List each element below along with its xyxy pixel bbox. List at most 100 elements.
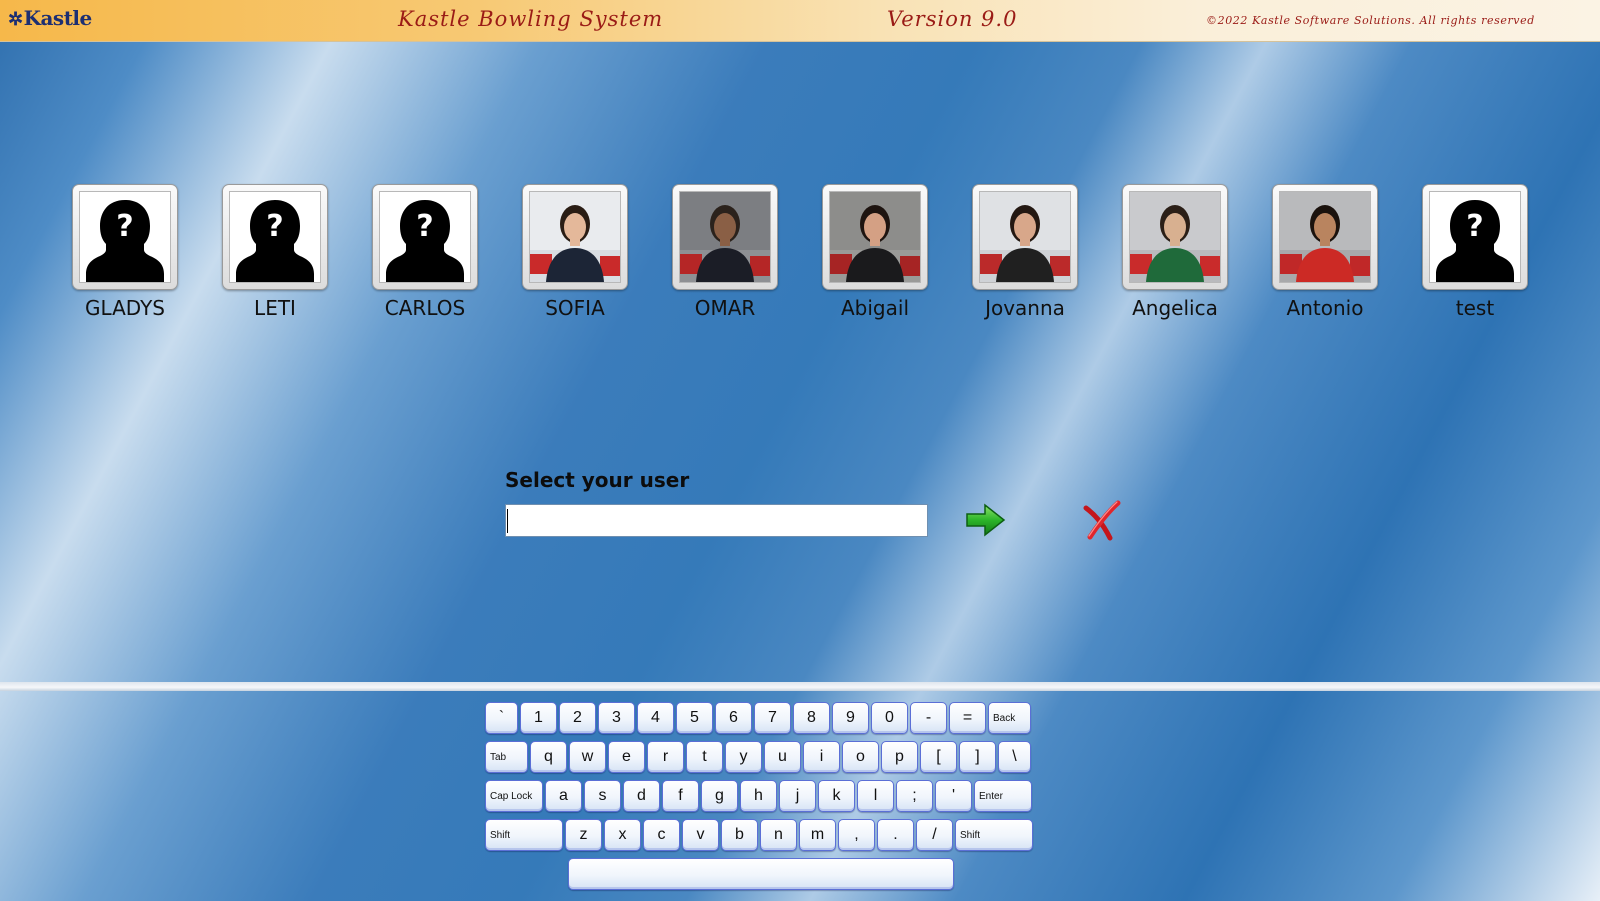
user-tile[interactable]: SOFIA bbox=[505, 184, 645, 320]
key-m[interactable]: m bbox=[799, 819, 836, 851]
key-k47[interactable]: / bbox=[916, 819, 953, 851]
user-name: GLADYS bbox=[85, 296, 165, 320]
key-enter[interactable]: Enter bbox=[974, 780, 1032, 812]
user-name: Abigail bbox=[841, 296, 909, 320]
key-t[interactable]: t bbox=[686, 741, 723, 773]
key-back[interactable]: Back bbox=[988, 702, 1031, 734]
key-k[interactable]: k bbox=[818, 780, 855, 812]
key-k39[interactable]: ' bbox=[935, 780, 972, 812]
user-avatar: ? bbox=[1429, 191, 1521, 283]
user-name: CARLOS bbox=[384, 296, 466, 320]
key-n[interactable]: n bbox=[760, 819, 797, 851]
key-u[interactable]: u bbox=[764, 741, 801, 773]
user-tile[interactable]: ? GLADYS bbox=[55, 184, 195, 320]
key-w[interactable]: w bbox=[569, 741, 606, 773]
unknown-user-icon: ? bbox=[1430, 192, 1520, 282]
key-r[interactable]: r bbox=[647, 741, 684, 773]
key-h[interactable]: h bbox=[740, 780, 777, 812]
key-tab[interactable]: Tab bbox=[485, 741, 528, 773]
key-s[interactable]: s bbox=[584, 780, 621, 812]
user-avatar-frame bbox=[1272, 184, 1378, 290]
key-p[interactable]: p bbox=[881, 741, 918, 773]
key-k46[interactable]: . bbox=[877, 819, 914, 851]
key-j[interactable]: j bbox=[779, 780, 816, 812]
red-x-icon bbox=[1083, 500, 1121, 541]
user-avatar bbox=[679, 191, 771, 283]
user-tile[interactable]: Abigail bbox=[805, 184, 945, 320]
key-1[interactable]: 1 bbox=[520, 702, 557, 734]
select-user-label: Select your user bbox=[505, 468, 690, 492]
user-avatar: ? bbox=[379, 191, 471, 283]
key-d[interactable]: d bbox=[623, 780, 660, 812]
key-2[interactable]: 2 bbox=[559, 702, 596, 734]
user-avatar-frame bbox=[972, 184, 1078, 290]
key-l[interactable]: l bbox=[857, 780, 894, 812]
svg-text:?: ? bbox=[416, 209, 433, 244]
key-i[interactable]: i bbox=[803, 741, 840, 773]
key-k91[interactable]: [ bbox=[920, 741, 957, 773]
user-tile[interactable]: Antonio bbox=[1255, 184, 1395, 320]
user-name: Antonio bbox=[1286, 296, 1364, 320]
keyboard-divider bbox=[0, 682, 1600, 691]
key-k93[interactable]: ] bbox=[959, 741, 996, 773]
app-title: Kastle Bowling System bbox=[398, 7, 664, 31]
user-avatar bbox=[1279, 191, 1371, 283]
key-g[interactable]: g bbox=[701, 780, 738, 812]
cancel-button[interactable] bbox=[1080, 500, 1124, 542]
key-y[interactable]: y bbox=[725, 741, 762, 773]
key-f[interactable]: f bbox=[662, 780, 699, 812]
user-avatar-frame: ? bbox=[222, 184, 328, 290]
svg-text:?: ? bbox=[116, 209, 133, 244]
user-photo bbox=[680, 192, 770, 282]
key-5[interactable]: 5 bbox=[676, 702, 713, 734]
key-x[interactable]: x bbox=[604, 819, 641, 851]
user-photo bbox=[830, 192, 920, 282]
go-button[interactable] bbox=[965, 502, 1007, 538]
user-name: SOFIA bbox=[545, 296, 605, 320]
svg-text:?: ? bbox=[266, 209, 283, 244]
key-capk32lock[interactable]: Cap Lock bbox=[485, 780, 543, 812]
user-input[interactable] bbox=[505, 504, 928, 537]
user-tile[interactable]: OMAR bbox=[655, 184, 795, 320]
user-avatar-frame: ? bbox=[1422, 184, 1528, 290]
key-4[interactable]: 4 bbox=[637, 702, 674, 734]
key-8[interactable]: 8 bbox=[793, 702, 830, 734]
key-e[interactable]: e bbox=[608, 741, 645, 773]
key-a[interactable]: a bbox=[545, 780, 582, 812]
user-tile[interactable]: Angelica bbox=[1105, 184, 1245, 320]
key-k44[interactable]: , bbox=[838, 819, 875, 851]
unknown-user-icon: ? bbox=[80, 192, 170, 282]
user-avatar: ? bbox=[79, 191, 171, 283]
green-arrow-icon bbox=[966, 503, 1006, 537]
key-z[interactable]: z bbox=[565, 819, 602, 851]
kastle-logo: ✲Kastle bbox=[8, 6, 92, 30]
key-7[interactable]: 7 bbox=[754, 702, 791, 734]
user-avatar bbox=[829, 191, 921, 283]
key-9[interactable]: 9 bbox=[832, 702, 869, 734]
key-k61[interactable]: = bbox=[949, 702, 986, 734]
user-avatar bbox=[1129, 191, 1221, 283]
key-shift[interactable]: Shift bbox=[955, 819, 1033, 851]
user-name: Jovanna bbox=[985, 296, 1065, 320]
key-0[interactable]: 0 bbox=[871, 702, 908, 734]
user-tile[interactable]: ? test bbox=[1405, 184, 1545, 320]
user-tile[interactable]: Jovanna bbox=[955, 184, 1095, 320]
key-c[interactable]: c bbox=[643, 819, 680, 851]
key-6[interactable]: 6 bbox=[715, 702, 752, 734]
key-o[interactable]: o bbox=[842, 741, 879, 773]
user-tile[interactable]: ? LETI bbox=[205, 184, 345, 320]
key-space[interactable] bbox=[568, 858, 954, 890]
unknown-user-icon: ? bbox=[380, 192, 470, 282]
key-shift[interactable]: Shift bbox=[485, 819, 563, 851]
key-k59[interactable]: ; bbox=[896, 780, 933, 812]
key-b[interactable]: b bbox=[721, 819, 758, 851]
user-avatar-frame: ? bbox=[372, 184, 478, 290]
key-k92[interactable]: \ bbox=[998, 741, 1031, 773]
key-3[interactable]: 3 bbox=[598, 702, 635, 734]
title-bar: ✲Kastle Kastle Bowling System Version 9.… bbox=[0, 0, 1600, 42]
user-tile[interactable]: ? CARLOS bbox=[355, 184, 495, 320]
key-k96[interactable]: ` bbox=[485, 702, 518, 734]
key-k45[interactable]: - bbox=[910, 702, 947, 734]
key-q[interactable]: q bbox=[530, 741, 567, 773]
key-v[interactable]: v bbox=[682, 819, 719, 851]
